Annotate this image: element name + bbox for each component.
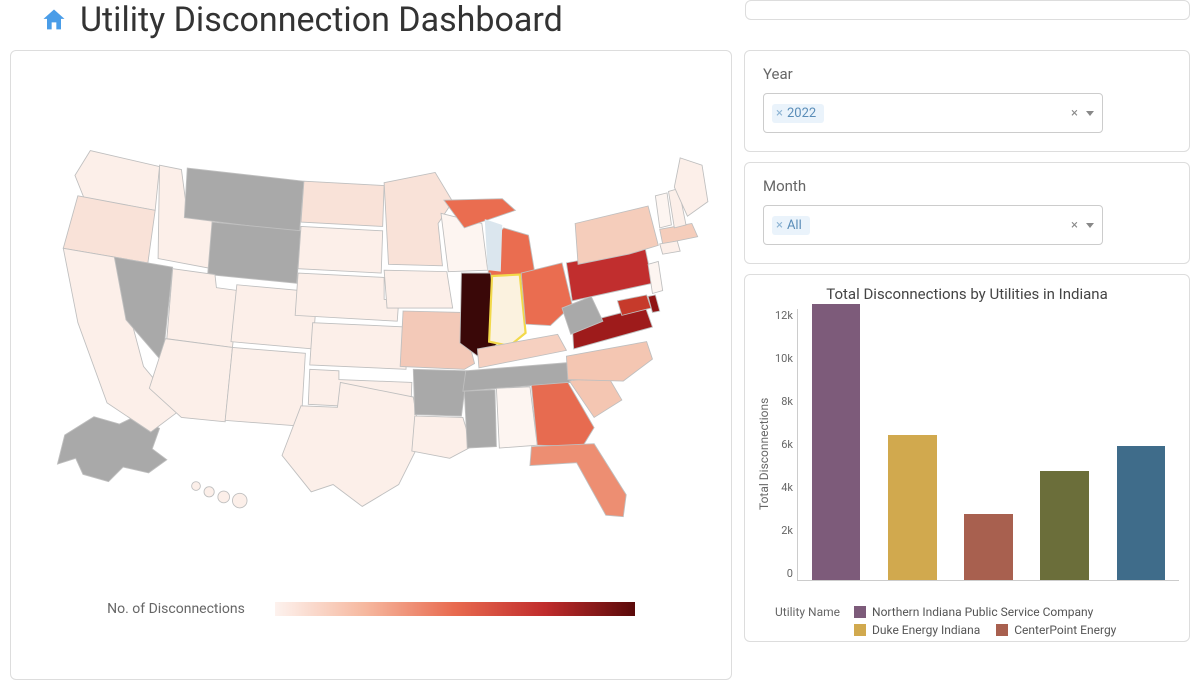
state-fl[interactable] [530,444,626,517]
chip-remove-icon[interactable]: × [776,218,783,233]
clear-icon[interactable]: × [1071,218,1078,233]
year-select[interactable]: × 2022 × [763,93,1103,133]
chip-remove-icon[interactable]: × [776,106,783,121]
state-ut[interactable] [167,269,238,348]
clear-icon[interactable]: × [1071,106,1078,121]
x-axis-label: Utility Name [775,605,840,637]
year-filter-box: Year × 2022 × [744,50,1190,152]
state-ct[interactable] [660,241,680,254]
legend-item[interactable]: Northern Indiana Public Service Company [854,605,1093,619]
bar-0[interactable] [812,304,861,580]
y-axis-label: Total Disconnections [755,309,773,599]
bar-plot[interactable] [797,309,1179,581]
chevron-down-icon[interactable] [1086,111,1094,116]
page-title: Utility Disconnection Dashboard [80,0,563,40]
state-nm[interactable] [225,347,305,426]
bar-1[interactable] [888,435,937,580]
bar-chart-panel: Total Disconnections by Utilities in Ind… [744,274,1190,642]
state-ms[interactable] [464,390,496,448]
y-axis-ticks: 12k10k8k6k4k2k0 [773,309,797,599]
top-filter-placeholder [745,0,1190,20]
legend-item[interactable]: CenterPoint Energy [996,623,1116,637]
bar-2[interactable] [964,514,1013,579]
chevron-down-icon[interactable] [1086,223,1094,228]
month-filter-label: Month [763,177,1171,195]
state-wy[interactable] [208,222,301,283]
bar-3[interactable] [1040,471,1089,579]
map-panel: No. of Disconnections [10,50,732,680]
year-filter-label: Year [763,65,1171,83]
month-filter-box: Month × All × [744,162,1190,264]
state-de[interactable] [648,295,660,313]
state-ne[interactable] [295,273,399,321]
legend-gradient [275,602,635,616]
us-choropleth-map[interactable] [21,71,721,551]
chart-title: Total Disconnections by Utilities in Ind… [755,285,1179,305]
legend-item[interactable]: Duke Energy Indiana [854,623,980,637]
state-vt[interactable] [655,193,671,228]
state-al[interactable] [496,387,537,448]
bar-4[interactable] [1117,446,1166,579]
year-chip[interactable]: × 2022 [772,104,824,123]
home-icon[interactable] [40,6,68,34]
month-select[interactable]: × All × [763,205,1103,245]
chart-legend: Utility Name Northern Indiana Public Ser… [755,599,1179,637]
legend-label: No. of Disconnections [107,601,245,617]
state-la[interactable] [412,416,472,458]
map-legend: No. of Disconnections [107,601,635,617]
state-ar[interactable] [413,369,467,416]
state-nd[interactable] [301,181,384,226]
state-in[interactable] [489,275,525,346]
state-ia[interactable] [384,270,453,308]
state-nj[interactable] [648,261,663,293]
state-sd[interactable] [298,226,383,273]
state-ks[interactable] [310,323,408,370]
month-chip[interactable]: × All [772,216,810,235]
state-hi[interactable] [192,482,247,508]
